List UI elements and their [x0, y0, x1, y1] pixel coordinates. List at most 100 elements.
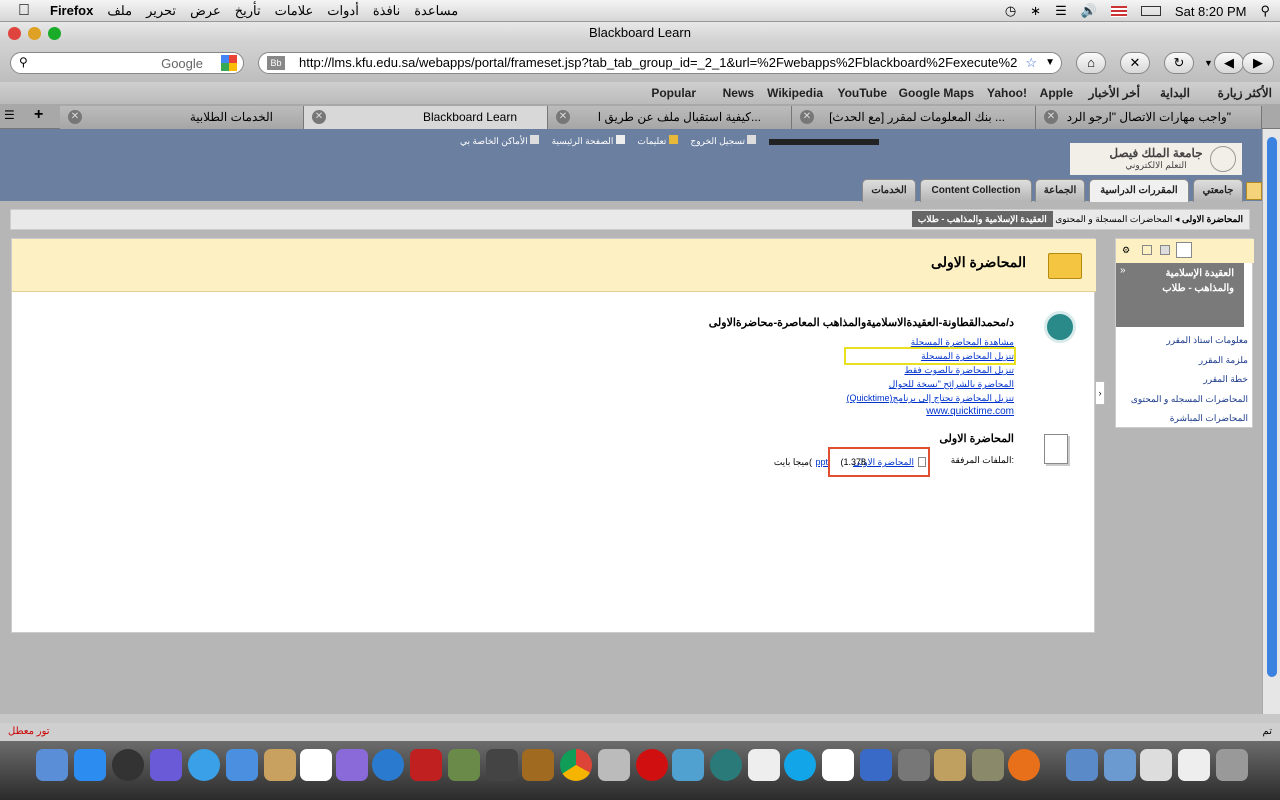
flag-icon[interactable]: [1110, 5, 1127, 17]
detail-view-icon[interactable]: [1142, 245, 1152, 255]
bluetooth-icon[interactable]: ∗: [1030, 3, 1041, 19]
flower-app-icon[interactable]: [822, 749, 854, 781]
trash-icon[interactable]: [1216, 749, 1248, 781]
tab-student-services[interactable]: ✕ الخدمات الطلابية: [60, 106, 304, 129]
home-button[interactable]: ⌂: [1076, 52, 1106, 74]
script-app-icon[interactable]: [934, 749, 966, 781]
tab-list-icon[interactable]: ☰: [4, 108, 26, 124]
adium-icon[interactable]: [748, 749, 780, 781]
bookmark-star-icon[interactable]: ☆: [1025, 53, 1037, 73]
bookmark-most-visited[interactable]: الأكثر زيارة: [1218, 86, 1272, 100]
audio-play-icon[interactable]: [1044, 311, 1076, 343]
app-store-icon[interactable]: [74, 749, 106, 781]
course-plan-link[interactable]: خطة المقرر: [1131, 370, 1248, 390]
menu-view[interactable]: عرض: [190, 3, 221, 19]
volume-icon[interactable]: 🔊: [1081, 3, 1097, 19]
url-text[interactable]: http://lms.kfu.edu.sa/webapps/portal/fra…: [299, 55, 1017, 70]
close-tab-icon[interactable]: ✕: [312, 110, 326, 124]
mobile-slides-link[interactable]: المحاضرة بالشرائح "نسخة للجوال: [846, 377, 1014, 391]
iphoto-icon[interactable]: [336, 749, 368, 781]
course-booklet-link[interactable]: ملزمة المقرر: [1131, 351, 1248, 371]
time-machine-dock-icon[interactable]: [710, 749, 742, 781]
menu-file[interactable]: ملف: [107, 3, 132, 19]
expand-menu-icon[interactable]: »: [1120, 265, 1126, 276]
quicktime-download-link[interactable]: (Quicktime)تنزيل المحاضرة تحتاج إلى برنا…: [846, 391, 1014, 405]
close-tab-icon[interactable]: ✕: [68, 110, 82, 124]
tab-communication-skills[interactable]: ✕ واجب مهارات الاتصال "ارجو الرد": [1036, 106, 1262, 129]
tab-community[interactable]: الجماعة: [1035, 179, 1085, 202]
attachment-ext-link[interactable]: ppt: [815, 457, 828, 467]
ical-icon[interactable]: [300, 749, 332, 781]
downloads-stack-icon[interactable]: [1140, 749, 1172, 781]
disk-utility-icon[interactable]: [972, 749, 1004, 781]
tab-content-collection[interactable]: Content Collection: [920, 179, 1032, 202]
folder-view-icon[interactable]: [1160, 245, 1170, 255]
breadcrumb-section[interactable]: المحاضرات المسجلة و المحتوى: [1055, 214, 1172, 224]
safari-icon[interactable]: [188, 749, 220, 781]
bookmark-youtube[interactable]: YouTube: [837, 86, 887, 100]
bookmark-google-maps[interactable]: Google Maps: [899, 86, 974, 100]
itunes-icon[interactable]: [372, 749, 404, 781]
apple-icon[interactable]: : [18, 1, 38, 21]
applications-folder-icon[interactable]: [1066, 749, 1098, 781]
tab-courses[interactable]: المقررات الدراسية: [1089, 179, 1189, 202]
close-window-icon[interactable]: [8, 27, 21, 40]
help-link[interactable]: تعليمات: [637, 136, 666, 146]
vertical-scrollbar[interactable]: [1262, 129, 1280, 714]
time-machine-icon[interactable]: ◷: [1005, 3, 1016, 19]
app-menu[interactable]: Firefox: [50, 3, 93, 18]
forward-button[interactable]: ▶: [1242, 52, 1274, 74]
kfu-logo[interactable]: جامعة الملك فيصل التعلم الالكتروني: [1070, 143, 1242, 175]
bookmark-latest-news[interactable]: أخر الأخبار: [1089, 86, 1140, 100]
back-button[interactable]: ◀: [1214, 52, 1244, 74]
scroll-thumb-outer[interactable]: [1267, 137, 1277, 677]
history-dropdown-icon[interactable]: ▼: [1204, 58, 1213, 68]
preview-icon[interactable]: [448, 749, 480, 781]
download-recording-link[interactable]: تنزيل المحاضرة المسجلة: [844, 347, 1016, 365]
clock[interactable]: Sat 8:20 PM: [1175, 4, 1247, 19]
close-tab-icon[interactable]: ✕: [800, 110, 814, 124]
menu-help[interactable]: مساعدة: [414, 3, 458, 19]
stack-icon[interactable]: [1178, 749, 1210, 781]
list-view-icon[interactable]: [1176, 242, 1192, 258]
menu-bookmarks[interactable]: علامات: [275, 3, 314, 19]
bookmark-news[interactable]: News: [723, 86, 754, 100]
reload-button[interactable]: ↻: [1164, 52, 1194, 74]
logout-link[interactable]: تسجيل الخروج: [690, 136, 745, 146]
stop-button[interactable]: ✕: [1120, 52, 1150, 74]
firefox-icon[interactable]: [1008, 749, 1040, 781]
mail-icon[interactable]: [150, 749, 182, 781]
system-preferences-icon[interactable]: [898, 749, 930, 781]
garageband-icon[interactable]: [522, 749, 554, 781]
search-input[interactable]: ⚲ Google: [10, 52, 244, 74]
recorded-lectures-link[interactable]: المحاضرات المسجله و المحتوى: [1131, 390, 1248, 410]
menu-window[interactable]: نافذة: [373, 3, 400, 19]
skype-icon[interactable]: [784, 749, 816, 781]
live-lectures-link[interactable]: المحاضرات المباشرة: [1131, 409, 1248, 429]
home-link[interactable]: الصفحة الرئيسية: [552, 136, 614, 146]
finder-icon[interactable]: [36, 749, 68, 781]
tab-file-receive[interactable]: ✕ كيفية استقبال ملف عن طريق ا...: [548, 106, 792, 129]
opera-icon[interactable]: [636, 749, 668, 781]
my-places-link[interactable]: الأماكن الخاصة بي: [460, 136, 528, 146]
minimize-window-icon[interactable]: [28, 27, 41, 40]
imovie-icon[interactable]: [486, 749, 518, 781]
bookmark-getting-started[interactable]: البداية: [1160, 86, 1190, 100]
google-engine-icon[interactable]: [221, 55, 237, 71]
tab-services[interactable]: الخدمات: [862, 179, 916, 202]
messenger-icon[interactable]: [672, 749, 704, 781]
close-tab-icon[interactable]: ✕: [556, 110, 570, 124]
tab-blackboard[interactable]: ✕ Blackboard Learn: [304, 106, 548, 129]
address-book-icon[interactable]: [264, 749, 296, 781]
dvd-player-icon[interactable]: [598, 749, 630, 781]
menu-history[interactable]: تأريخ: [235, 3, 261, 19]
spotlight-icon[interactable]: ⚲: [1260, 3, 1270, 19]
close-tab-icon[interactable]: ✕: [1044, 110, 1058, 124]
tab-info-bank[interactable]: ✕ [مع الحدث] بنك المعلومات لمقرر ...: [792, 106, 1036, 129]
documents-folder-icon[interactable]: [1104, 749, 1136, 781]
url-bar[interactable]: Bb http://lms.kfu.edu.sa/webapps/portal/…: [258, 52, 1062, 74]
dashboard-icon[interactable]: [112, 749, 144, 781]
bookmark-popular[interactable]: Popular: [651, 86, 696, 100]
menu-edit[interactable]: تحرير: [146, 3, 176, 19]
tor-status[interactable]: تور معطل: [8, 726, 50, 737]
